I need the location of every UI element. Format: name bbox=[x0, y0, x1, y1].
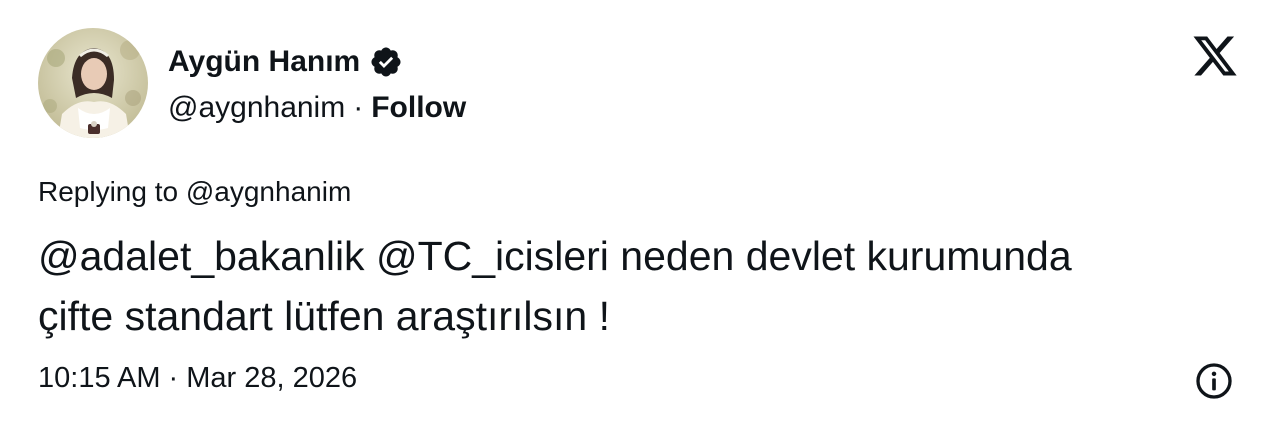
tweet-text-line: @adalet_bakanlik @TC_icisleri neden devl… bbox=[38, 233, 1072, 279]
separator-dot: · bbox=[353, 91, 364, 124]
tweet-text: @adalet_bakanlik @TC_icisleri neden devl… bbox=[38, 226, 1238, 346]
tweet-card: Aygün Hanım @aygnhanim · Follow Replying… bbox=[0, 0, 1280, 447]
tweet-text-line: çifte standart lütfen araştırılsın ! bbox=[38, 293, 610, 339]
author-name-row: Aygün Hanım bbox=[168, 40, 403, 84]
follow-button[interactable]: Follow bbox=[371, 91, 466, 125]
avatar-image bbox=[38, 28, 148, 138]
timestamp[interactable]: 10:15 AM · Mar 28, 2026 bbox=[38, 362, 357, 395]
replying-to-label[interactable]: Replying to @aygnhanim bbox=[38, 176, 351, 208]
verified-badge-icon bbox=[369, 45, 403, 79]
author-name[interactable]: Aygün Hanım bbox=[168, 45, 360, 79]
info-icon[interactable] bbox=[1194, 361, 1234, 401]
avatar[interactable] bbox=[38, 28, 148, 138]
timestamp-date: Mar 28, 2026 bbox=[186, 362, 358, 394]
timestamp-time: 10:15 AM bbox=[38, 362, 161, 394]
author-handle-row: @aygnhanim · Follow bbox=[168, 88, 466, 128]
separator-dot: · bbox=[168, 362, 179, 394]
x-logo-icon[interactable] bbox=[1190, 32, 1240, 80]
author-handle[interactable]: @aygnhanim bbox=[168, 91, 345, 125]
